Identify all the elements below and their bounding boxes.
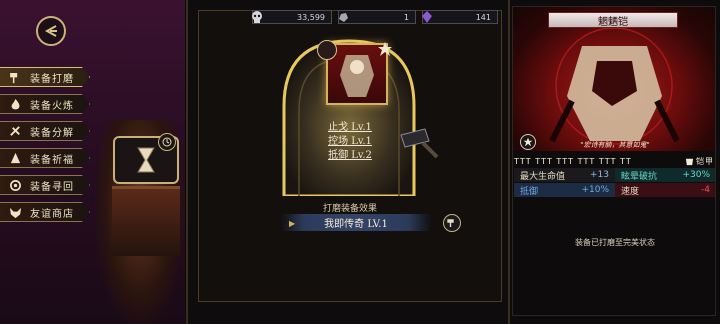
menu-label: 装备寻回 — [30, 181, 74, 193]
rune-glyphs: ꓔꓔꓔ ꓔꓔꓔ ꓔꓔꓔ ꓔꓔꓔ ꓔꓔꓔ ꓔꓔ — [514, 156, 632, 166]
menu-item-disassemble[interactable]: 装备分解 — [0, 121, 90, 141]
skill-line: 止戈 Lv.1 — [328, 122, 372, 133]
stat-cell: 眩晕破抗 +30% — [615, 168, 716, 182]
arrow-right-icon: ▶ — [289, 219, 296, 228]
currency-value: 141 — [475, 12, 491, 22]
purple-gem-icon — [419, 8, 435, 26]
tavern-building — [112, 186, 180, 256]
skill-list: 止戈 Lv.1 控场 Lv.1 抵御 Lv.2 — [199, 121, 501, 163]
menu-label: 友谊商店 — [30, 208, 74, 220]
menu-item-pray[interactable]: 装备祈福 — [0, 148, 90, 168]
menu-label: 装备火炼 — [30, 100, 74, 112]
stat-name: 最大生命值 — [520, 171, 566, 182]
skill-line: 抵御 Lv.2 — [328, 150, 372, 161]
hammer-icon — [447, 219, 454, 227]
stat-name: 眩晕破抗 — [621, 171, 658, 182]
feature-menu: 装备打磨 装备火炼 装备分解 装备祈福 装备寻回 友谊商店 — [0, 67, 92, 229]
pray-icon — [8, 151, 22, 165]
armor-type-tag: 铠甲 — [685, 156, 714, 167]
flame-icon — [8, 97, 22, 111]
equipment-name-banner: 魍魉铠 — [548, 12, 678, 28]
grind-status-text: 装备已打磨至完美状态 — [575, 238, 655, 247]
stat-cell: 速度 -4 — [615, 183, 716, 197]
star-icon — [378, 42, 392, 56]
stat-row: 最大生命值 +13 眩晕破抗 +30% — [514, 168, 716, 182]
menu-label: 装备祈福 — [30, 154, 74, 166]
rune-row: ꓔꓔꓔ ꓔꓔꓔ ꓔꓔꓔ ꓔꓔꓔ ꓔꓔꓔ ꓔꓔ 铠甲 — [514, 155, 714, 167]
equipment-name: 魍魉铠 — [598, 16, 628, 28]
clock-badge-icon — [158, 133, 176, 151]
armor-type-label: 铠甲 — [696, 156, 714, 166]
back-arrow-icon — [44, 25, 57, 37]
menu-label: 装备打磨 — [30, 73, 74, 85]
menu-item-fire-refine[interactable]: 装备火炼 — [0, 94, 90, 114]
currency-bar: 33,599 1 141 — [252, 10, 500, 24]
currency-value: 1 — [403, 12, 409, 22]
left-panel: 装备打磨 装备火炼 装备分解 装备祈福 装备寻回 友谊商店 — [0, 0, 185, 324]
hero-avatar — [317, 40, 337, 60]
stat-cell: 抵御 +10% — [514, 183, 615, 197]
stat-value: +30% — [682, 170, 710, 180]
menu-item-grind[interactable]: 装备打磨 — [0, 67, 90, 87]
menu-label: 装备分解 — [30, 127, 74, 139]
currency-rock: 1 — [338, 10, 416, 24]
equipment-quote: "宏诗有脑，其意如鬼" — [580, 141, 650, 149]
equipment-detail-panel: 魍魉铠 "宏诗有脑，其意如鬼" ꓔꓔꓔ ꓔꓔꓔ ꓔꓔꓔ ꓔꓔꓔ ꓔꓔꓔ ꓔꓔ 铠… — [510, 0, 720, 324]
currency-skulls: 33,599 — [252, 10, 332, 24]
stat-value: +10% — [581, 185, 609, 195]
stat-name: 抵御 — [520, 186, 539, 197]
hammer-icon — [8, 70, 22, 84]
currency-value: 33,599 — [297, 12, 325, 22]
stat-cell: 最大生命值 +13 — [514, 168, 615, 182]
stat-name: 速度 — [621, 186, 640, 197]
disassemble-icon — [8, 124, 22, 138]
back-button[interactable] — [36, 16, 66, 46]
armor-icon — [685, 158, 694, 165]
stat-value: +13 — [590, 170, 609, 180]
stat-row: 抵御 +10% 速度 -4 — [514, 183, 716, 197]
menu-item-retrieve[interactable]: 装备寻回 — [0, 175, 90, 195]
menu-item-friendship-shop[interactable]: 友谊商店 — [0, 202, 90, 222]
skull-icon — [249, 8, 265, 26]
effect-value-bar: 我即传奇 LV.1 — [281, 214, 431, 231]
center-panel: 止戈 Lv.1 控场 Lv.1 抵御 Lv.2 打磨装备效果 我即传奇 LV.1… — [186, 0, 510, 324]
rock-icon — [335, 8, 351, 26]
stat-table: 最大生命值 +13 眩晕破抗 +30% 抵御 +10% 速度 -4 — [514, 168, 716, 198]
currency-gem: 141 — [422, 10, 498, 24]
stat-value: -4 — [701, 185, 710, 195]
anvil-hammer-icon — [400, 128, 439, 159]
effect-value: 我即传奇 LV.1 — [324, 219, 388, 230]
grind-action-button[interactable] — [443, 214, 461, 232]
hourglass-icon — [137, 147, 155, 173]
fox-icon — [8, 205, 22, 219]
effect-title: 打磨装备效果 — [322, 204, 377, 214]
skill-line: 控场 Lv.1 — [328, 136, 372, 147]
grind-stage: 止戈 Lv.1 控场 Lv.1 抵御 Lv.2 打磨装备效果 我即传奇 LV.1… — [198, 10, 502, 302]
search-icon — [8, 178, 22, 192]
